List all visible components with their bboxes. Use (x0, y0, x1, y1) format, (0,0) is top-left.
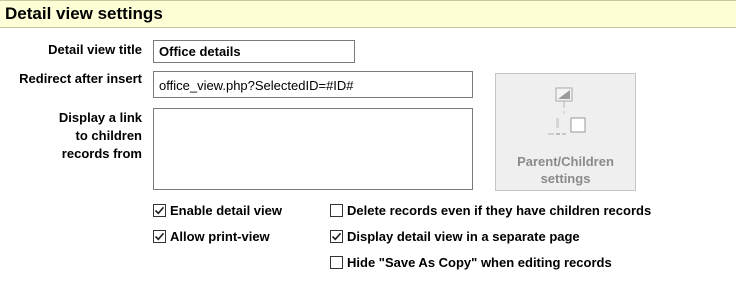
children-link-label-line3: records from (61, 146, 142, 161)
hide-save-as-copy-checkbox[interactable] (330, 255, 343, 269)
allow-print-view-label: Allow print-view (170, 228, 270, 244)
parent-children-label-line1: Parent/Children (517, 154, 614, 169)
redirect-after-insert-label: Redirect after insert (19, 71, 142, 86)
redirect-after-insert-input[interactable]: office_view.php?SelectedID=#ID# (153, 71, 473, 98)
section-title: Detail view settings (5, 4, 163, 23)
section-header: Detail view settings (0, 0, 736, 28)
separate-page-label: Display detail view in a separate page (347, 228, 580, 244)
enable-detail-view-label: Enable detail view (170, 202, 282, 218)
detail-view-title-input[interactable]: Office details (153, 40, 355, 63)
parent-children-label-line2: settings (540, 171, 591, 186)
checkmark-icon (154, 232, 165, 240)
enable-detail-view-option[interactable]: Enable detail view (153, 202, 282, 218)
detail-view-title-label: Detail view title (48, 42, 142, 57)
hide-save-as-copy-label: Hide "Save As Copy" when editing records (347, 254, 612, 270)
children-link-label-line1: Display a link (58, 110, 142, 125)
parent-children-settings-button[interactable]: Parent/Children settings (495, 73, 636, 191)
allow-print-view-checkbox[interactable] (153, 229, 166, 243)
children-records-list[interactable] (153, 108, 473, 190)
checkmark-icon (331, 232, 342, 240)
delete-records-with-children-option[interactable]: Delete records even if they have childre… (330, 202, 651, 218)
checkmark-icon (154, 206, 165, 214)
children-link-label-line2: to children (75, 128, 142, 143)
separate-page-checkbox[interactable] (330, 229, 343, 243)
separate-page-option[interactable]: Display detail view in a separate page (330, 228, 580, 244)
delete-records-with-children-checkbox[interactable] (330, 203, 343, 217)
enable-detail-view-checkbox[interactable] (153, 203, 166, 217)
parent-children-tree-icon (548, 87, 586, 135)
hide-save-as-copy-option[interactable]: Hide "Save As Copy" when editing records (330, 254, 612, 270)
delete-records-with-children-label: Delete records even if they have childre… (347, 202, 652, 218)
children-link-label: Display a link to children records from (59, 109, 142, 163)
allow-print-view-option[interactable]: Allow print-view (153, 228, 270, 244)
